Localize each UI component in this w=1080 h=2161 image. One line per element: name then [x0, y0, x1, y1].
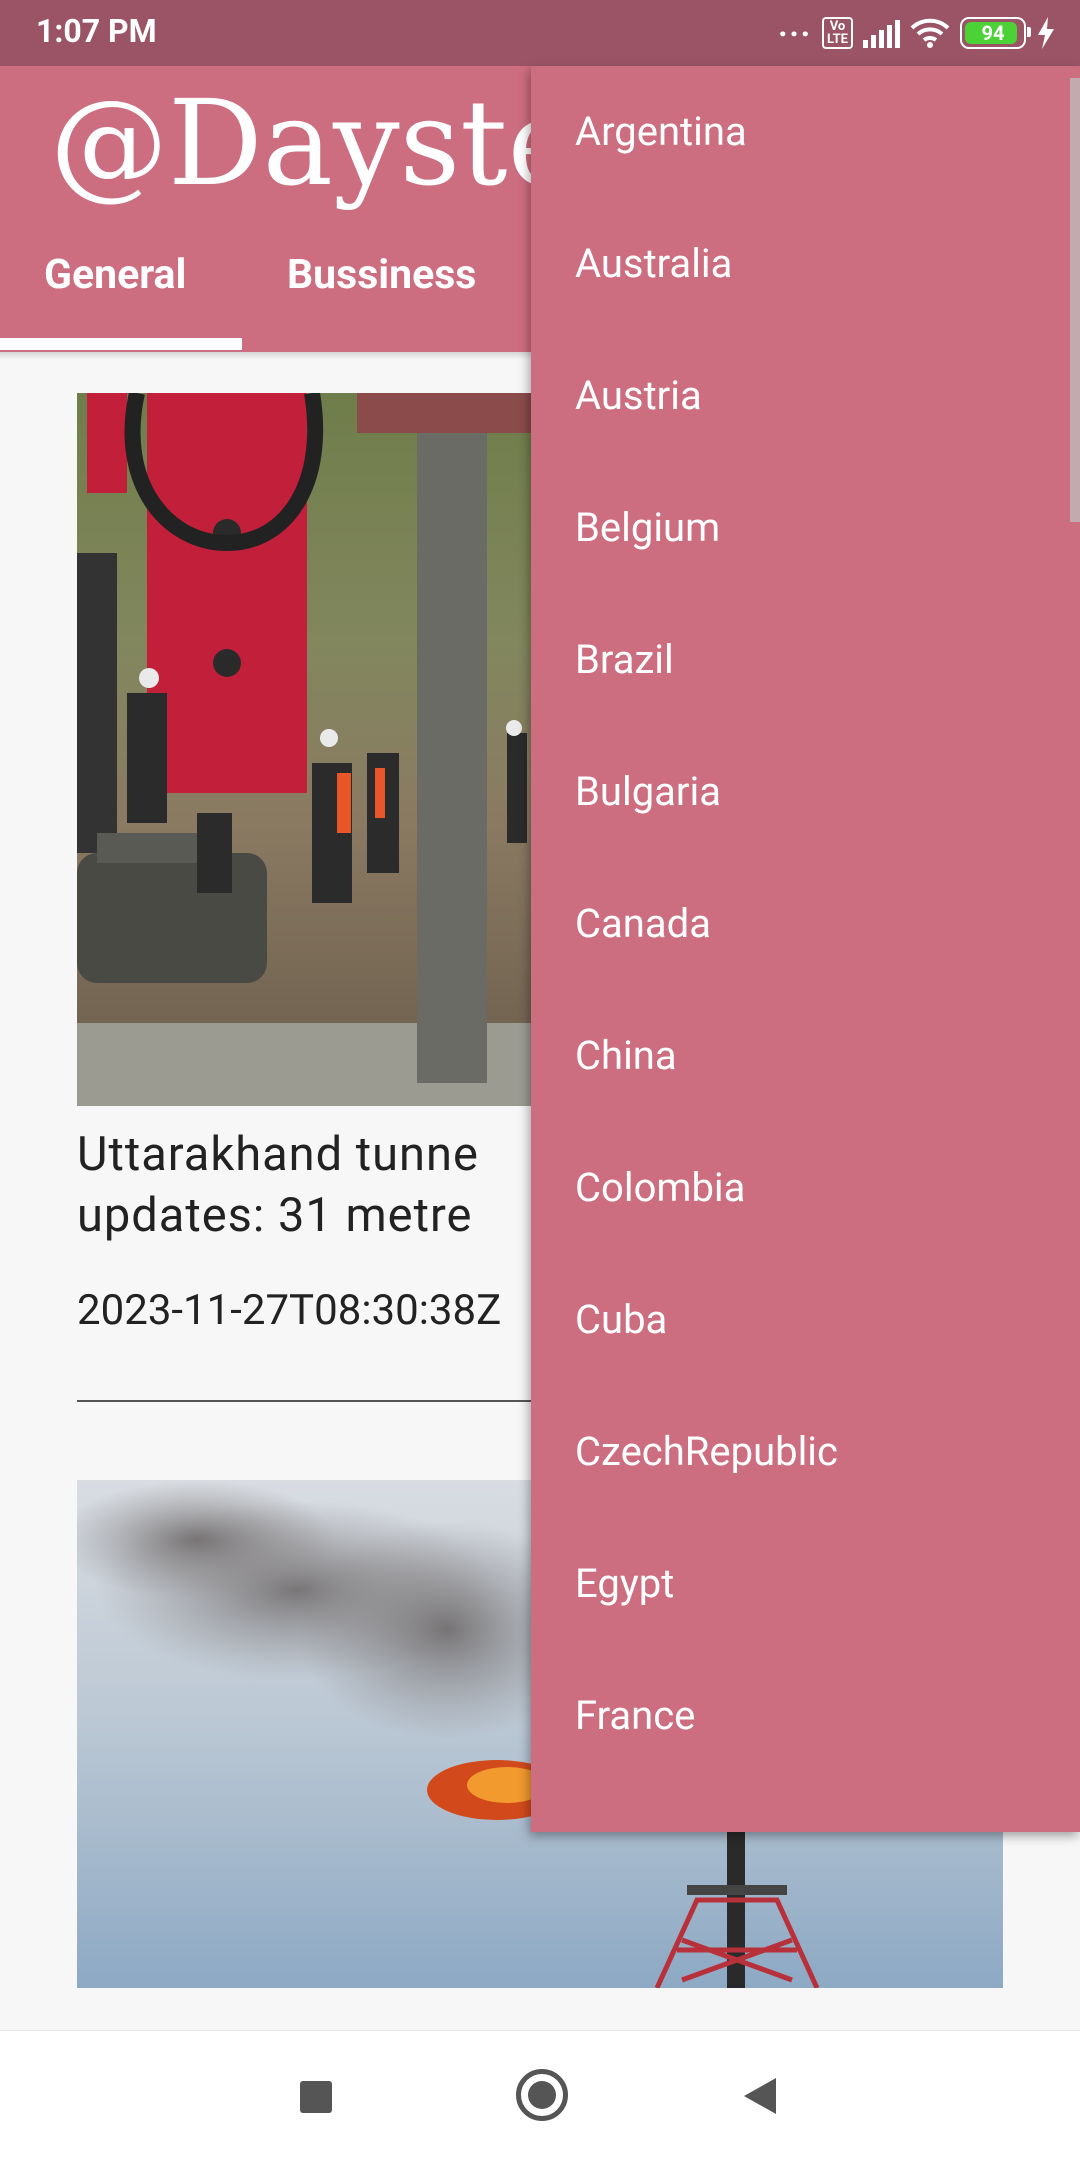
tab-business[interactable]: Bussiness	[287, 251, 476, 299]
menu-item-country[interactable]: CzechRepublic	[575, 1428, 838, 1475]
home-button[interactable]	[516, 2069, 568, 2121]
menu-item-country[interactable]: Colombia	[575, 1164, 745, 1211]
menu-item-country[interactable]: Canada	[575, 900, 711, 947]
menu-item-country[interactable]: Belgium	[575, 504, 720, 551]
menu-item-country[interactable]: France	[575, 1692, 695, 1739]
menu-item-country[interactable]: Egypt	[575, 1560, 674, 1607]
menu-item-country[interactable]: Bulgaria	[575, 768, 721, 815]
charging-icon	[1038, 17, 1054, 49]
tab-indicator	[0, 338, 242, 350]
menu-scrollbar[interactable]	[1070, 78, 1080, 522]
wifi-icon	[910, 18, 950, 48]
battery-level: 94	[981, 21, 1005, 45]
recents-button[interactable]	[300, 2081, 332, 2113]
cell-signal-icon	[863, 18, 900, 48]
menu-item-country[interactable]: China	[575, 1032, 677, 1079]
back-button[interactable]	[744, 2078, 776, 2114]
battery-icon: 94	[960, 17, 1031, 49]
tab-general[interactable]: General	[44, 251, 186, 299]
menu-item-country[interactable]: Argentina	[575, 108, 747, 155]
more-notifications-icon: ...	[778, 6, 813, 44]
volte-icon: Vo LTE	[822, 17, 853, 49]
menu-item-country[interactable]: Cuba	[575, 1296, 667, 1343]
article-date: 2023-11-27T08:30:38Z	[77, 1286, 502, 1335]
menu-item-country[interactable]: Austria	[575, 372, 702, 419]
system-nav-bar	[0, 2030, 1080, 2161]
country-dropdown-menu: Argentina Australia Austria Belgium Braz…	[531, 66, 1080, 1832]
status-bar: 1:07 PM ... Vo LTE 94	[0, 0, 1080, 66]
app-title: @Dayste	[50, 74, 578, 212]
status-time: 1:07 PM	[36, 12, 157, 50]
status-icons: ... Vo LTE 94	[778, 6, 1056, 56]
menu-item-country[interactable]: Brazil	[575, 636, 674, 683]
menu-item-country[interactable]: Australia	[575, 240, 732, 287]
